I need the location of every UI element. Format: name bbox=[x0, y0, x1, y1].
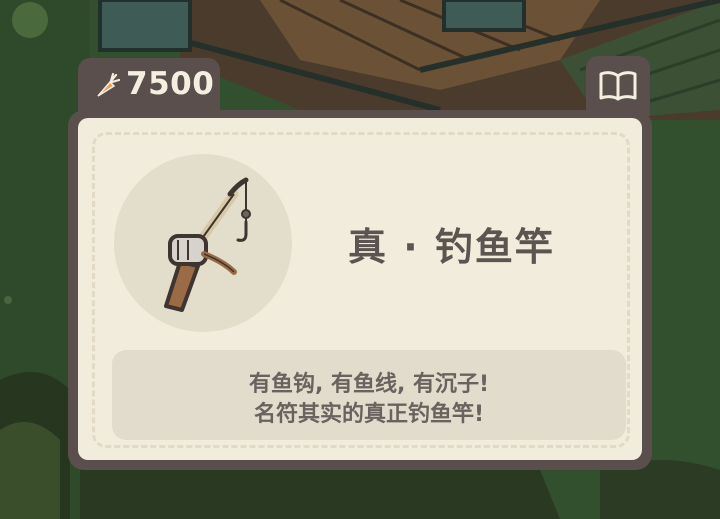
item-description-line-2: 名符其实的真正钓鱼竿! bbox=[253, 402, 485, 427]
currency-amount: 7500 bbox=[126, 66, 215, 102]
item-card: 真 · 钓鱼竿 有鱼钩, 有鱼线, 有沉子! 名符其实的真正钓鱼竿! bbox=[68, 110, 652, 470]
book-button[interactable] bbox=[586, 56, 650, 116]
item-description-line-1: 有鱼钩, 有鱼线, 有沉子! bbox=[248, 372, 490, 397]
item-description-box: 有鱼钩, 有鱼线, 有沉子! 名符其实的真正钓鱼竿! bbox=[112, 350, 626, 440]
currency-display: 7500 bbox=[78, 58, 220, 116]
book-icon bbox=[599, 71, 637, 101]
item-card-body: 真 · 钓鱼竿 有鱼钩, 有鱼线, 有沉子! 名符其实的真正钓鱼竿! bbox=[78, 118, 642, 460]
item-name: 真 · 钓鱼竿 bbox=[348, 225, 555, 269]
fishing-rod-icon bbox=[164, 177, 251, 312]
carrot-icon bbox=[97, 72, 120, 97]
